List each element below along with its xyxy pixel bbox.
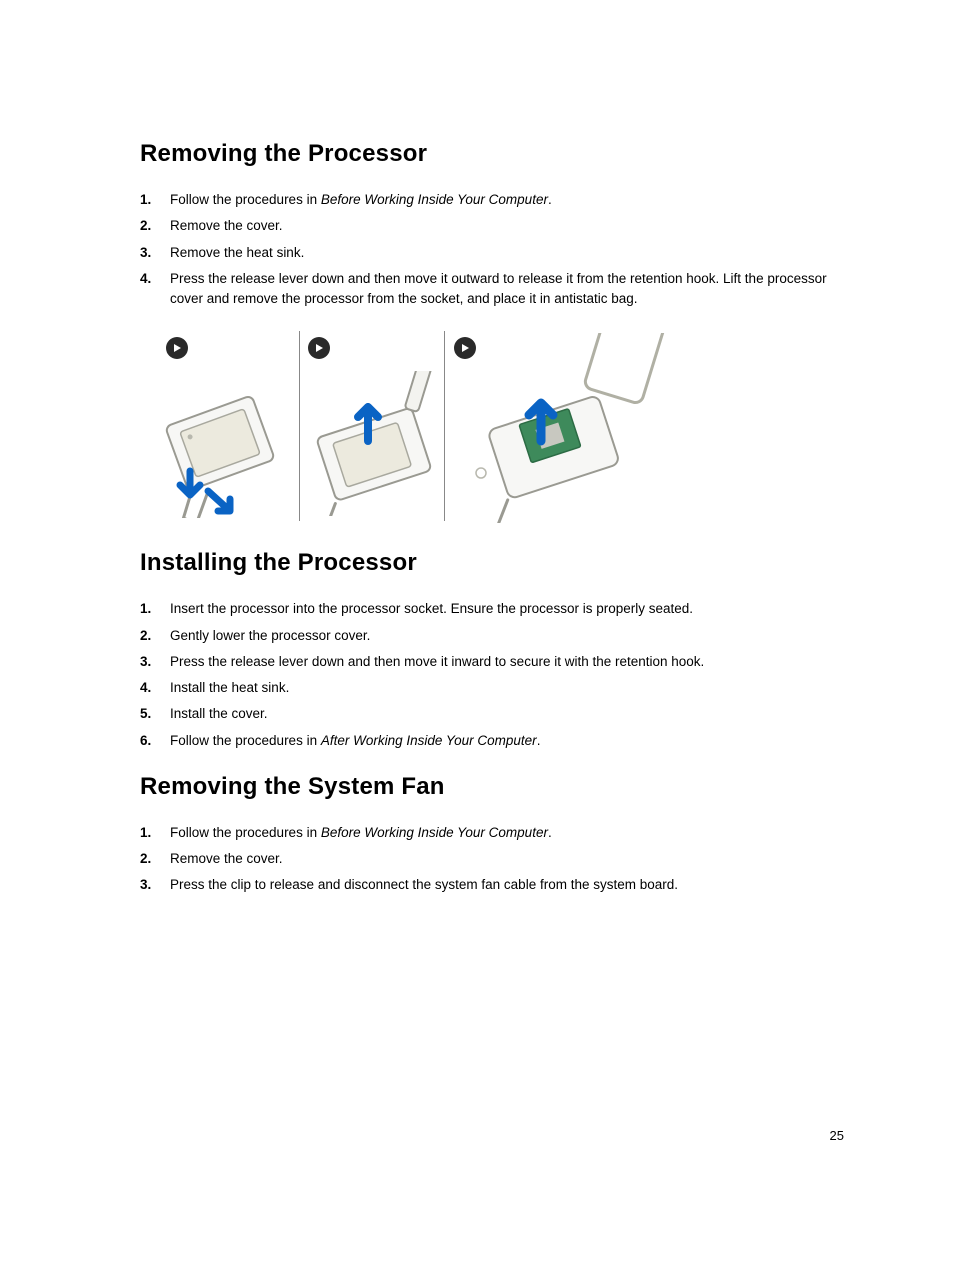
page-number: 25: [830, 1128, 844, 1143]
processor-removal-illustration: [140, 331, 680, 521]
section-heading: Removing the System Fan: [140, 773, 844, 801]
step-text-prefix: Follow the procedures in: [170, 192, 321, 207]
step-text-prefix: Follow the procedures in: [170, 825, 321, 840]
section-heading: Removing the Processor: [140, 140, 844, 168]
step-item: Remove the cover.: [140, 849, 844, 869]
step-item: Press the release lever down and then mo…: [140, 269, 844, 310]
step-text: Press the release lever down and then mo…: [170, 654, 704, 669]
illustration-panel-2: [300, 331, 445, 521]
document-page: Removing the Processor Follow the proced…: [0, 0, 954, 978]
step-item: Install the cover.: [140, 704, 844, 724]
step-item: Follow the procedures in After Working I…: [140, 731, 844, 751]
step-item: Follow the procedures in Before Working …: [140, 190, 844, 210]
arrow-outward-icon: [208, 491, 230, 511]
step-item: Remove the heat sink.: [140, 243, 844, 263]
step-item: Insert the processor into the processor …: [140, 599, 844, 619]
cpu-socket-closed-icon: [150, 373, 290, 518]
step-text-italic: After Working Inside Your Computer: [321, 733, 537, 748]
step-text: Gently lower the processor cover.: [170, 628, 370, 643]
step-text: Remove the cover.: [170, 218, 283, 233]
step-item: Follow the procedures in Before Working …: [140, 823, 844, 843]
illustration-panel-3: [445, 331, 665, 521]
step-text-suffix: .: [548, 192, 552, 207]
step-item: Gently lower the processor cover.: [140, 626, 844, 646]
step-text-italic: Before Working Inside Your Computer: [321, 825, 548, 840]
step-list: Follow the procedures in Before Working …: [140, 190, 844, 309]
section-heading: Installing the Processor: [140, 549, 844, 577]
step-text-suffix: .: [548, 825, 552, 840]
illustration-panel-1: [140, 331, 300, 521]
step-list: Insert the processor into the processor …: [140, 599, 844, 751]
step-text: Remove the heat sink.: [170, 245, 304, 260]
step-item: Remove the cover.: [140, 216, 844, 236]
step-text: Install the cover.: [170, 706, 268, 721]
detail-marker-icon: [476, 468, 486, 478]
step-item: Press the clip to release and disconnect…: [140, 875, 844, 895]
step-text-prefix: Follow the procedures in: [170, 733, 321, 748]
step-item: Install the heat sink.: [140, 678, 844, 698]
cpu-removed-icon: [451, 333, 671, 523]
step-text: Remove the cover.: [170, 851, 283, 866]
step-text: Install the heat sink.: [170, 680, 289, 695]
step-text: Press the clip to release and disconnect…: [170, 877, 678, 892]
cpu-socket-opening-icon: [304, 371, 444, 516]
step-list: Follow the procedures in Before Working …: [140, 823, 844, 896]
step-text: Insert the processor into the processor …: [170, 601, 693, 616]
step-item: Press the release lever down and then mo…: [140, 652, 844, 672]
step-text-suffix: .: [537, 733, 541, 748]
step-text-italic: Before Working Inside Your Computer: [321, 192, 548, 207]
step-text: Press the release lever down and then mo…: [170, 271, 827, 306]
